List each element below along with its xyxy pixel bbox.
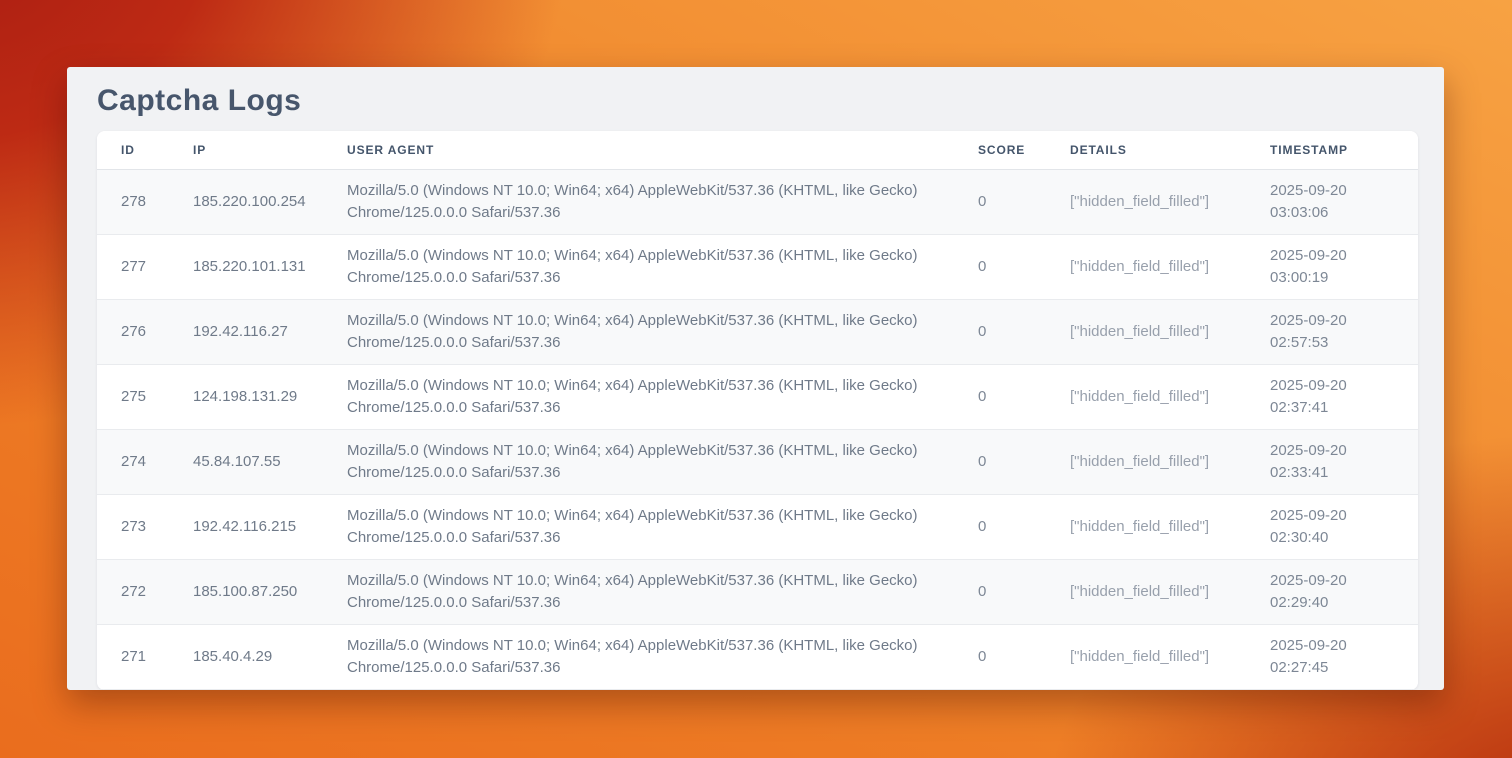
table-row: 277 185.220.101.131 Mozilla/5.0 (Windows… <box>97 234 1418 299</box>
cell-score: 0 <box>954 429 1046 494</box>
cell-details: ["hidden_field_filled"] <box>1046 234 1246 299</box>
cell-ip: 192.42.116.215 <box>169 494 323 559</box>
cell-ip: 185.40.4.29 <box>169 624 323 689</box>
cell-id: 271 <box>97 624 169 689</box>
cell-ip: 124.198.131.29 <box>169 364 323 429</box>
cell-id: 274 <box>97 429 169 494</box>
cell-score: 0 <box>954 169 1046 234</box>
table-row: 271 185.40.4.29 Mozilla/5.0 (Windows NT … <box>97 624 1418 689</box>
cell-timestamp: 2025-09-20 02:57:53 <box>1246 299 1418 364</box>
captcha-logs-table-container: ID IP USER AGENT SCORE DETAILS TIMESTAMP… <box>97 131 1418 690</box>
cell-score: 0 <box>954 624 1046 689</box>
cell-score: 0 <box>954 559 1046 624</box>
cell-details: ["hidden_field_filled"] <box>1046 364 1246 429</box>
cell-timestamp: 2025-09-20 02:33:41 <box>1246 429 1418 494</box>
table-row: 272 185.100.87.250 Mozilla/5.0 (Windows … <box>97 559 1418 624</box>
cell-id: 276 <box>97 299 169 364</box>
cell-ip: 185.220.100.254 <box>169 169 323 234</box>
header-cell-id: ID <box>97 131 169 169</box>
cell-details: ["hidden_field_filled"] <box>1046 299 1246 364</box>
cell-user-agent: Mozilla/5.0 (Windows NT 10.0; Win64; x64… <box>323 299 954 364</box>
cell-id: 278 <box>97 169 169 234</box>
cell-timestamp: 2025-09-20 02:37:41 <box>1246 364 1418 429</box>
cell-id: 277 <box>97 234 169 299</box>
table-header: ID IP USER AGENT SCORE DETAILS TIMESTAMP <box>97 131 1418 169</box>
cell-details: ["hidden_field_filled"] <box>1046 559 1246 624</box>
cell-details: ["hidden_field_filled"] <box>1046 429 1246 494</box>
cell-timestamp: 2025-09-20 02:30:40 <box>1246 494 1418 559</box>
cell-user-agent: Mozilla/5.0 (Windows NT 10.0; Win64; x64… <box>323 429 954 494</box>
table-header-row: ID IP USER AGENT SCORE DETAILS TIMESTAMP <box>97 131 1418 169</box>
table-row: 278 185.220.100.254 Mozilla/5.0 (Windows… <box>97 169 1418 234</box>
cell-details: ["hidden_field_filled"] <box>1046 169 1246 234</box>
cell-score: 0 <box>954 494 1046 559</box>
header-cell-ip: IP <box>169 131 323 169</box>
cell-id: 273 <box>97 494 169 559</box>
cell-id: 272 <box>97 559 169 624</box>
cell-score: 0 <box>954 234 1046 299</box>
header-cell-timestamp: TIMESTAMP <box>1246 131 1418 169</box>
cell-score: 0 <box>954 299 1046 364</box>
captcha-logs-table: ID IP USER AGENT SCORE DETAILS TIMESTAMP… <box>97 131 1418 690</box>
cell-details: ["hidden_field_filled"] <box>1046 494 1246 559</box>
cell-id: 275 <box>97 364 169 429</box>
table-row: 273 192.42.116.215 Mozilla/5.0 (Windows … <box>97 494 1418 559</box>
cell-ip: 185.100.87.250 <box>169 559 323 624</box>
cell-user-agent: Mozilla/5.0 (Windows NT 10.0; Win64; x64… <box>323 364 954 429</box>
header-cell-details: DETAILS <box>1046 131 1246 169</box>
header-cell-user-agent: USER AGENT <box>323 131 954 169</box>
table-row: 275 124.198.131.29 Mozilla/5.0 (Windows … <box>97 364 1418 429</box>
table-row: 274 45.84.107.55 Mozilla/5.0 (Windows NT… <box>97 429 1418 494</box>
cell-user-agent: Mozilla/5.0 (Windows NT 10.0; Win64; x64… <box>323 624 954 689</box>
cell-timestamp: 2025-09-20 03:00:19 <box>1246 234 1418 299</box>
cell-ip: 192.42.116.27 <box>169 299 323 364</box>
captcha-logs-card: Captcha Logs ID IP USER AGENT SCORE DETA… <box>67 67 1444 690</box>
page-title: Captcha Logs <box>97 83 1418 119</box>
table-body: 278 185.220.100.254 Mozilla/5.0 (Windows… <box>97 169 1418 689</box>
cell-ip: 45.84.107.55 <box>169 429 323 494</box>
cell-timestamp: 2025-09-20 02:29:40 <box>1246 559 1418 624</box>
header-cell-score: SCORE <box>954 131 1046 169</box>
cell-user-agent: Mozilla/5.0 (Windows NT 10.0; Win64; x64… <box>323 494 954 559</box>
cell-score: 0 <box>954 364 1046 429</box>
cell-ip: 185.220.101.131 <box>169 234 323 299</box>
cell-timestamp: 2025-09-20 03:03:06 <box>1246 169 1418 234</box>
cell-user-agent: Mozilla/5.0 (Windows NT 10.0; Win64; x64… <box>323 559 954 624</box>
cell-user-agent: Mozilla/5.0 (Windows NT 10.0; Win64; x64… <box>323 169 954 234</box>
cell-user-agent: Mozilla/5.0 (Windows NT 10.0; Win64; x64… <box>323 234 954 299</box>
cell-details: ["hidden_field_filled"] <box>1046 624 1246 689</box>
table-row: 276 192.42.116.27 Mozilla/5.0 (Windows N… <box>97 299 1418 364</box>
cell-timestamp: 2025-09-20 02:27:45 <box>1246 624 1418 689</box>
